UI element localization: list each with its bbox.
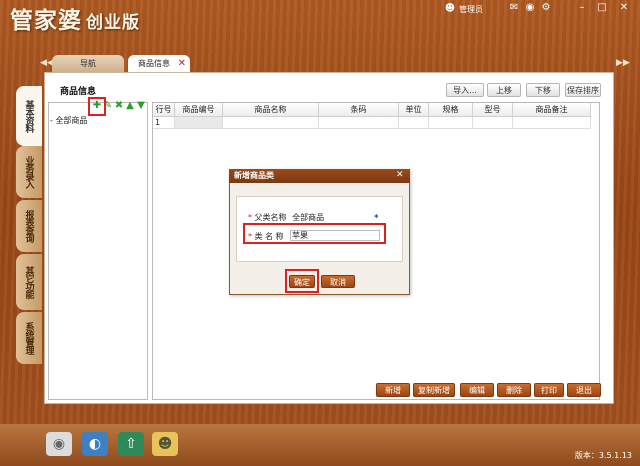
column-header[interactable]: 单位 [399,103,429,117]
sidebar-item-other-functions[interactable]: 其它功能 [16,254,42,310]
move-up-button[interactable]: 上移 [487,83,521,97]
sidebar-item-business-entry[interactable]: 业务录入 [16,146,42,198]
save-order-button[interactable]: 保存排序 [565,83,601,97]
tree-root-label: 全部商品 [55,116,88,125]
row-number-cell[interactable]: 1 [153,117,175,129]
sidebar-item-label: 业务录入 [23,156,34,188]
tab-navigation-label: 导航 [80,59,96,68]
sidebar-item-label: 系统管理 [23,322,34,354]
sidebar-item-system-management[interactable]: 系统管理 [16,312,42,364]
column-header[interactable]: 条码 [319,103,399,117]
move-down-icon[interactable]: ▼ [136,101,146,111]
disc-icon[interactable]: ◉ [46,432,72,456]
move-down-button[interactable]: 下移 [526,83,560,97]
user-area[interactable]: ☻ 管理员 [444,2,483,16]
panel-title: 商品信息 [60,87,97,97]
table-cell[interactable] [223,117,319,129]
sidebar-item-label: 报表查询 [23,210,34,242]
table-cell[interactable] [473,117,513,129]
table-cell[interactable] [399,117,429,129]
settings-icon[interactable]: ⚙ [540,2,552,14]
update-icon[interactable]: ⇧ [118,432,144,456]
table-cell[interactable] [429,117,473,129]
column-header[interactable]: 商品名称 [223,103,319,117]
table-cell[interactable] [175,117,223,129]
dialog-title: 新增商品类 [229,169,410,183]
maximize-icon[interactable]: □ [596,2,608,14]
table-cell[interactable] [513,117,591,129]
tab-scroll-right-icon[interactable]: ▶▶ [616,58,630,68]
tree-root-node[interactable]: - 全部商品 [50,115,87,126]
parent-label: 父类名称 [254,213,287,222]
sidebar-item-label: 其它功能 [23,266,34,298]
user-name: 管理员 [459,4,483,14]
print-button[interactable]: 打印 [534,383,564,397]
column-header[interactable]: 行号 [153,103,175,117]
mail-icon[interactable]: ✉ [508,2,520,14]
exit-button[interactable]: 退出 [567,383,601,397]
sidebar-item-basic-data[interactable]: 基本资料 [16,86,42,146]
tab-navigation[interactable]: 导航 [52,55,124,72]
version-label: 版本：3.5.1.13 [574,451,632,460]
name-field-highlight [243,223,386,244]
cancel-button[interactable]: 取消 [321,275,355,288]
minimize-icon[interactable]: – [576,2,588,14]
tab-close-icon[interactable]: ✕ [178,55,186,72]
user-service-icon[interactable]: ☻ [152,432,178,456]
parent-picker-icon[interactable]: ✦ [373,212,380,221]
weibo-icon[interactable]: ◉ [524,2,536,14]
import-button[interactable]: 导入... [446,83,484,97]
required-mark: * [248,213,252,222]
column-header[interactable]: 商品备注 [513,103,591,117]
edit-button[interactable]: 编辑 [460,383,494,397]
tree-expander-icon: - [50,116,53,125]
parent-row: * 父类名称 全部商品 [248,212,324,223]
ok-button-highlight [285,269,319,293]
globe-icon[interactable]: ◐ [82,432,108,456]
tab-product-info[interactable]: 商品信息 ✕ [128,55,190,72]
copy-add-button[interactable]: 复制新增 [413,383,455,397]
sidebar-item-reports[interactable]: 报表查询 [16,200,42,252]
parent-value[interactable]: 全部商品 [292,213,324,222]
delete-category-icon[interactable]: ✖ [114,101,124,111]
table-cell[interactable] [319,117,399,129]
sidebar-item-label: 基本资料 [23,100,34,132]
delete-button[interactable]: 删除 [497,383,531,397]
close-window-icon[interactable]: ✕ [618,2,630,14]
add-category-highlight [88,97,106,116]
tab-product-info-label: 商品信息 [138,59,170,68]
app-title: 管家婆 创业版 [10,7,140,34]
column-header[interactable]: 型号 [473,103,513,117]
user-icon: ☻ [444,3,456,14]
category-tree [48,102,148,400]
dialog-close-icon[interactable]: ✕ [396,170,404,180]
move-up-icon[interactable]: ▲ [125,101,135,111]
column-header[interactable]: 规格 [429,103,473,117]
add-button[interactable]: 新增 [376,383,410,397]
column-header[interactable]: 商品编号 [175,103,223,117]
